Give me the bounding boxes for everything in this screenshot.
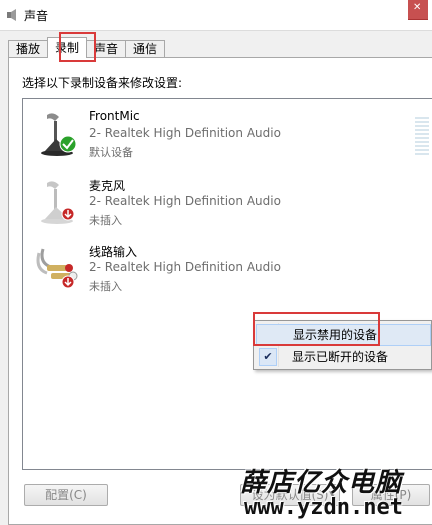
device-name: FrontMic — [89, 109, 140, 123]
set-default-button[interactable]: 设为默认值(S) ▼ — [240, 484, 340, 506]
list-item[interactable]: 线路输入 2- Realtek High Definition Audio 未插… — [23, 237, 432, 297]
title-bar: 声音 — [0, 0, 432, 30]
set-default-label: 设为默认值(S) — [251, 488, 329, 502]
level-meter — [415, 117, 429, 159]
menu-item-show-disabled[interactable]: 显示禁用的设备 — [256, 324, 431, 346]
device-description: 2- Realtek High Definition Audio — [89, 126, 281, 140]
menu-item-label: 显示禁用的设备 — [293, 328, 378, 342]
device-name: 麦克风 — [89, 179, 126, 193]
device-name: 线路输入 — [89, 245, 138, 259]
tab-sounds[interactable]: 声音 — [86, 40, 127, 58]
red-unplugged-icon — [61, 207, 75, 221]
context-menu: 显示禁用的设备 ✔ 显示已断开的设备 — [253, 320, 432, 370]
tab-communications[interactable]: 通信 — [125, 40, 166, 58]
red-unplugged-icon — [61, 275, 75, 289]
device-description: 2- Realtek High Definition Audio — [89, 194, 281, 208]
chevron-down-icon: ▼ — [329, 490, 336, 500]
device-status: 未插入 — [89, 280, 122, 293]
device-description: 2- Realtek High Definition Audio — [89, 260, 281, 274]
list-item[interactable]: 麦克风 2- Realtek High Definition Audio 未插入 — [23, 171, 432, 231]
tab-strip: 播放 录制 声音 通信 — [8, 37, 166, 58]
list-item[interactable]: FrontMic 2- Realtek High Definition Audi… — [23, 103, 432, 163]
tab-recording[interactable]: 录制 — [47, 37, 88, 58]
device-list[interactable]: FrontMic 2- Realtek High Definition Audi… — [22, 98, 432, 470]
device-status: 默认设备 — [89, 146, 133, 159]
checkmark-icon: ✔ — [259, 348, 277, 366]
properties-button[interactable]: 属性(P) — [352, 484, 430, 506]
device-status: 未插入 — [89, 214, 122, 227]
tab-playback[interactable]: 播放 — [8, 40, 49, 58]
close-button[interactable] — [408, 0, 428, 20]
green-check-icon — [59, 135, 77, 153]
window-title: 声音 — [24, 9, 49, 23]
configure-button[interactable]: 配置(C) — [24, 484, 108, 506]
instruction-text: 选择以下录制设备来修改设置: — [22, 76, 183, 90]
menu-item-label: 显示已断开的设备 — [292, 350, 389, 364]
speaker-icon — [7, 9, 16, 21]
menu-item-show-disconnected[interactable]: ✔ 显示已断开的设备 — [256, 346, 431, 368]
